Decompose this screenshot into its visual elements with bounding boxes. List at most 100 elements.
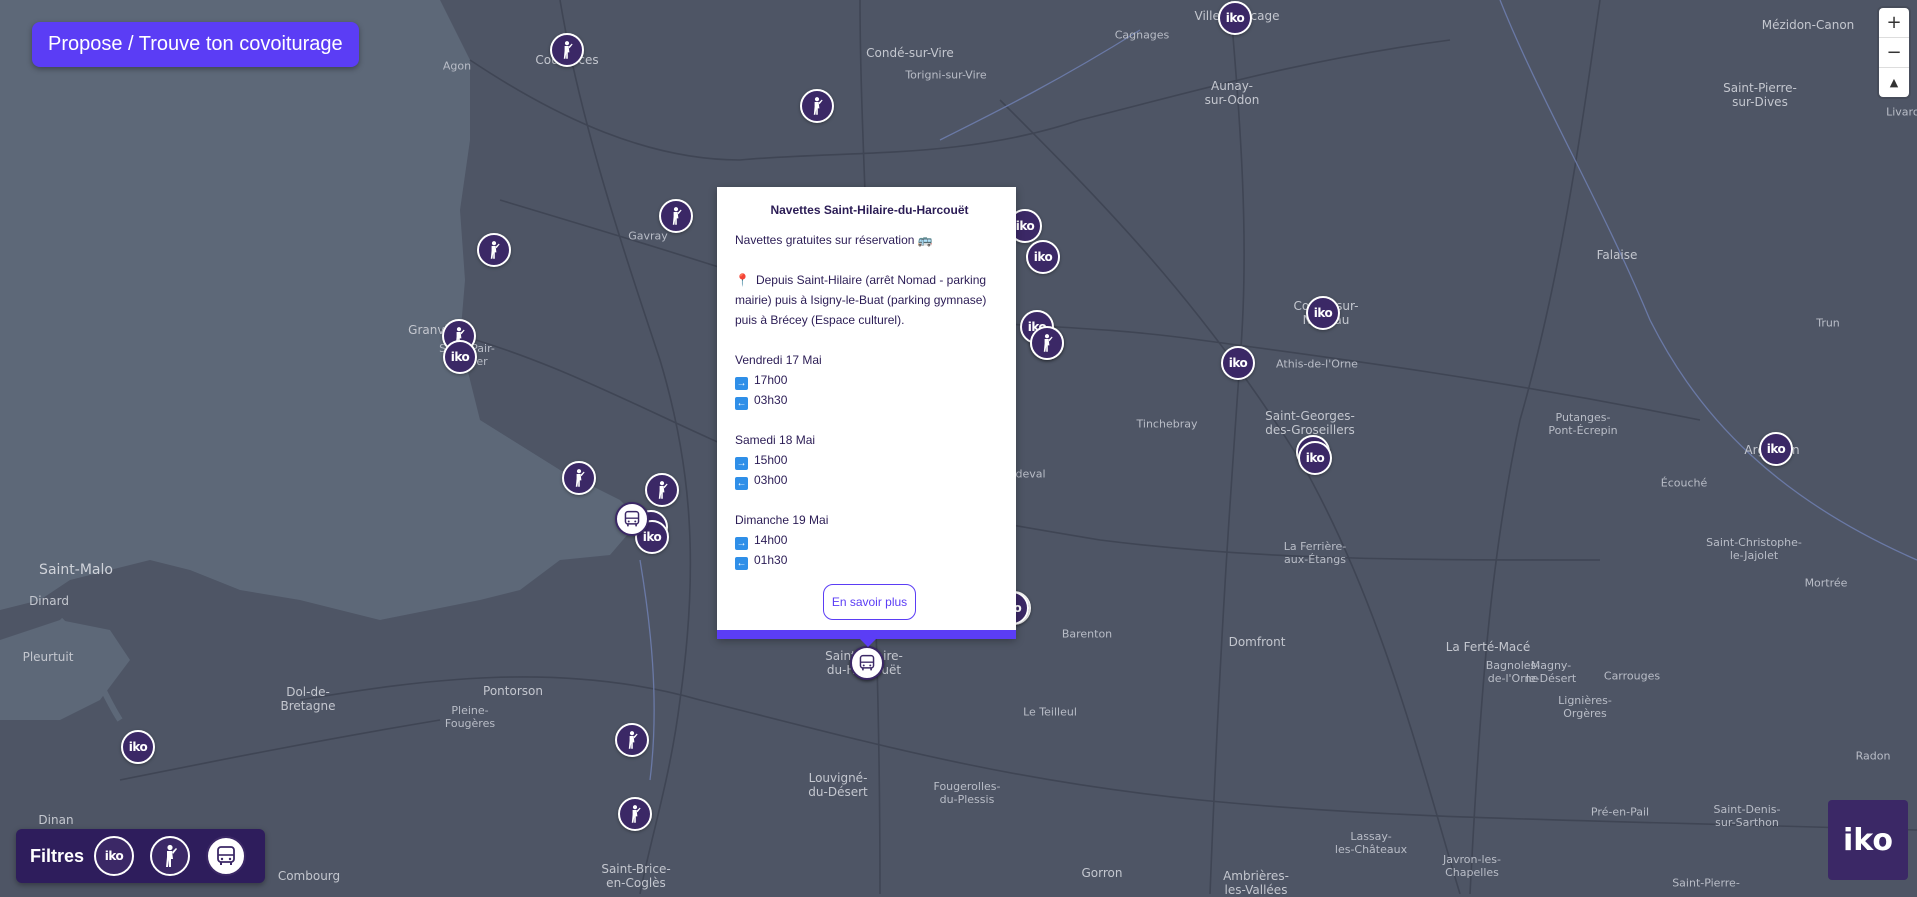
popup-line: → 14h00 bbox=[735, 530, 1004, 550]
popup-line: 📍 Depuis Saint-Hilaire (arrêt Nomad - par… bbox=[735, 270, 1004, 330]
filters-label: Filtres bbox=[30, 845, 85, 866]
filter-hitchhiker-button[interactable] bbox=[150, 836, 191, 876]
popup-line: Vendredi 17 Mai bbox=[735, 350, 1004, 370]
iko-icon: iko bbox=[128, 740, 148, 754]
iko-marker[interactable]: iko bbox=[1298, 441, 1332, 475]
place-label: Aunay- sur-Odon bbox=[1204, 79, 1260, 107]
iko-marker[interactable]: iko bbox=[1218, 1, 1252, 35]
place-label: Radon bbox=[1855, 749, 1891, 763]
bus-icon bbox=[859, 654, 875, 671]
popup-line: → 17h00 bbox=[735, 370, 1004, 390]
place-label: Torigni-sur-Vire bbox=[905, 68, 987, 82]
person-marker[interactable] bbox=[1030, 326, 1064, 360]
popup-spacer bbox=[735, 410, 1004, 430]
popup-line-text: Dimanche 19 Mai bbox=[735, 513, 829, 527]
place-label: Carrouges bbox=[1603, 669, 1661, 683]
arrow-left-icon: ← bbox=[735, 397, 748, 410]
hitchhiker-icon bbox=[166, 844, 178, 867]
place-label: Dinard bbox=[29, 594, 69, 608]
iko-marker[interactable]: iko bbox=[1306, 296, 1340, 330]
place-label: Condé-sur-Vire bbox=[866, 46, 954, 60]
hitchhiker-icon bbox=[490, 241, 500, 259]
place-label: Lignières- Orgères bbox=[1558, 694, 1612, 720]
place-label: Mézidon-Canon bbox=[1761, 18, 1855, 32]
iko-marker[interactable]: iko bbox=[443, 340, 477, 374]
hitchhiker-icon bbox=[563, 41, 573, 59]
place-label: Trun bbox=[1816, 316, 1840, 330]
zoom-out-button[interactable]: − bbox=[1879, 38, 1909, 68]
hitchhiker-icon bbox=[658, 481, 668, 499]
place-label: Cagnages bbox=[1114, 28, 1170, 42]
iko-marker[interactable]: iko bbox=[1221, 346, 1255, 380]
place-label: Fougerolles- du-Plessis bbox=[933, 780, 1001, 806]
iko-icon: iko bbox=[1225, 11, 1245, 25]
popup-body: Navettes gratuites sur réservation 🚌 📍 Dep… bbox=[735, 230, 1004, 570]
popup-line-text: 03h30 bbox=[754, 393, 788, 407]
place-label: La Ferrière- aux-Étangs bbox=[1283, 540, 1347, 566]
iko-icon: iko bbox=[1228, 356, 1248, 370]
hitchhiker-icon bbox=[813, 97, 823, 115]
iko-marker[interactable]: iko bbox=[1759, 432, 1793, 466]
place-label: Saint-Malo bbox=[39, 562, 113, 578]
person-marker[interactable] bbox=[618, 797, 652, 831]
person-marker[interactable] bbox=[800, 89, 834, 123]
reset-north-button[interactable]: ▲ bbox=[1879, 68, 1909, 97]
iko-icon: iko bbox=[1015, 219, 1035, 233]
popup-line-text: 15h00 bbox=[754, 453, 788, 467]
propose-carpool-button[interactable]: Propose / Trouve ton covoiturage bbox=[32, 22, 359, 67]
hitchhiker-icon bbox=[672, 207, 682, 225]
place-label: Écouché bbox=[1660, 476, 1708, 490]
arrow-left-icon: ← bbox=[735, 557, 748, 570]
bus-icon bbox=[217, 846, 235, 865]
place-label: Gorron bbox=[1081, 866, 1123, 880]
popup-line: Dimanche 19 Mai bbox=[735, 510, 1004, 530]
iko-marker[interactable]: iko bbox=[121, 730, 155, 764]
popup-line: Navettes gratuites sur réservation 🚌 bbox=[735, 230, 1004, 250]
learn-more-button[interactable]: En savoir plus bbox=[822, 584, 917, 620]
person-marker[interactable] bbox=[477, 233, 511, 267]
place-label: Pleine- Fougères bbox=[444, 704, 496, 730]
place-label: Saint-Pierre- sur-Dives bbox=[1723, 81, 1797, 109]
arrow-left-icon: ← bbox=[735, 477, 748, 490]
iko-logo[interactable]: iko bbox=[1828, 800, 1908, 880]
selected-shuttle-marker[interactable] bbox=[850, 646, 884, 680]
place-label: Ambrières- les-Vallées bbox=[1223, 869, 1289, 897]
iko-icon: iko bbox=[642, 530, 662, 544]
place-label: Mortrée bbox=[1804, 576, 1848, 590]
place-label: Saint-Brice- en-Coglès bbox=[601, 862, 671, 890]
place-label: Putanges- Pont-Écrepin bbox=[1548, 411, 1618, 437]
hitchhiker-icon bbox=[628, 731, 638, 749]
hitchhiker-icon bbox=[1043, 334, 1053, 352]
arrow-right-icon: → bbox=[735, 377, 748, 390]
place-label: Louvigné- du-Désert bbox=[808, 771, 868, 799]
iko-icon: iko bbox=[104, 849, 124, 863]
place-label: Domfront bbox=[1228, 635, 1286, 649]
filter-shuttle-button[interactable] bbox=[206, 836, 247, 876]
filter-iko-button[interactable]: iko bbox=[94, 836, 135, 876]
place-label: La Ferté-Macé bbox=[1445, 640, 1531, 654]
person-marker[interactable] bbox=[550, 33, 584, 67]
place-label: Pré-en-Pail bbox=[1590, 805, 1650, 819]
person-marker[interactable] bbox=[659, 199, 693, 233]
bus-marker[interactable] bbox=[615, 502, 649, 536]
iko-marker[interactable]: iko bbox=[1026, 240, 1060, 274]
popup-line-text: 03h00 bbox=[754, 473, 788, 487]
popup-line-text: Samedi 18 Mai bbox=[735, 433, 816, 447]
place-label: Combourg bbox=[277, 869, 341, 883]
hitchhiker-icon bbox=[631, 805, 641, 823]
zoom-in-button[interactable]: + bbox=[1879, 8, 1909, 38]
iko-icon: iko bbox=[1313, 306, 1333, 320]
place-label: Le Teilleul bbox=[1023, 705, 1077, 719]
place-label: Bagnoles- de-l'Orne bbox=[1485, 659, 1541, 685]
popup-line: Samedi 18 Mai bbox=[735, 430, 1004, 450]
arrow-right-icon: → bbox=[735, 457, 748, 470]
person-marker[interactable] bbox=[615, 723, 649, 757]
person-marker[interactable] bbox=[562, 461, 596, 495]
popup-spacer bbox=[735, 250, 1004, 270]
pin-icon: 📍 bbox=[735, 273, 750, 287]
place-label: Barenton bbox=[1061, 627, 1113, 641]
hitchhiker-icon bbox=[575, 469, 585, 487]
person-marker[interactable] bbox=[645, 473, 679, 507]
place-label: Javron-les- Chapelles bbox=[1443, 853, 1501, 879]
place-label: Saint-Georges- des-Groseillers bbox=[1265, 409, 1355, 437]
